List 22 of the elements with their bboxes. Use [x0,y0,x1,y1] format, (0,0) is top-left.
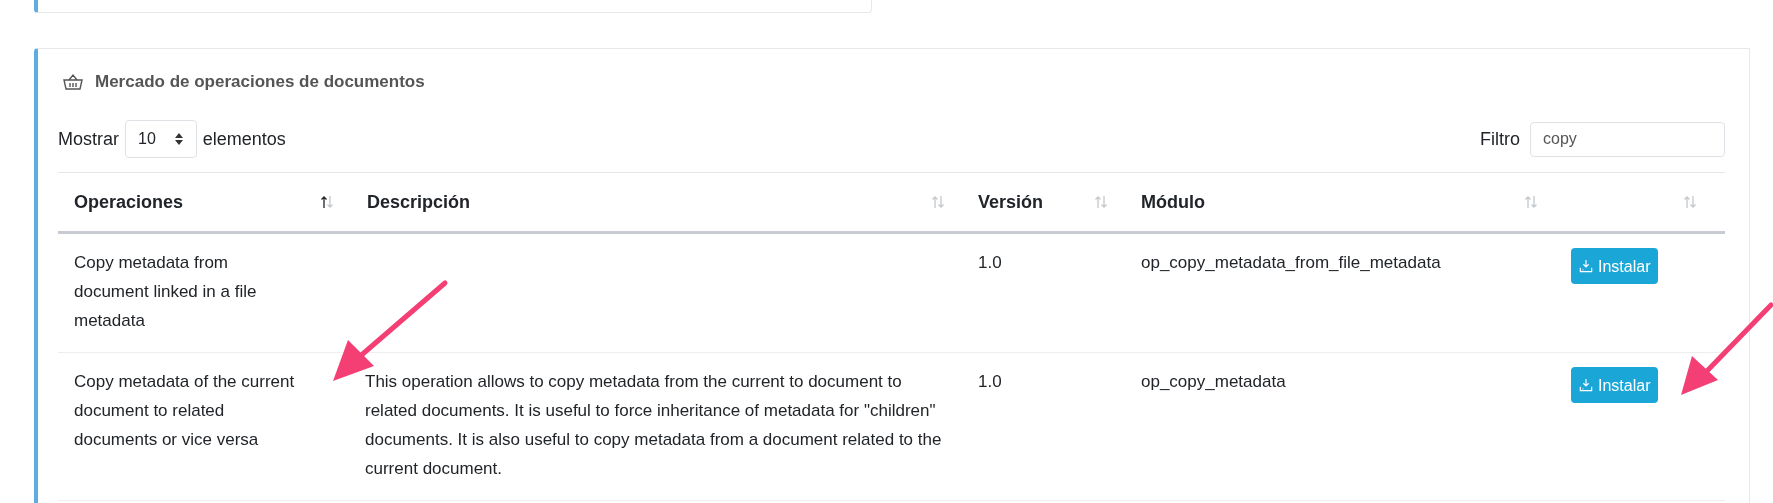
table-cell: op_copy_metadata_from_file_metadata [1141,253,1441,272]
filter-field[interactable]: copy [1530,121,1725,157]
table-cell: 1.0 [978,253,1002,272]
sort-icon[interactable] [319,194,335,210]
table-cell: op_copy_metadata [1141,372,1286,391]
panel-title: Mercado de operaciones de documentos [95,71,425,94]
table-cell: 1.0 [978,372,1002,391]
caret-icon [173,132,184,146]
column-header[interactable]: Operaciones [74,188,184,216]
table-cell: This operation allows to copy metadata from the current to document to related documents. It is useful to force inheritance of metadata for "children" documents. It is also useful to copy metadata from a document related to the current document. [365,372,942,478]
page-size-select[interactable]: 10 [125,120,197,158]
column-header[interactable]: Descripción [367,188,471,216]
filter-label: Filtro [1480,127,1520,151]
column-header[interactable]: Módulo [1141,188,1205,216]
table-cell: Copy metadata from document linked in a file metadata [74,253,257,330]
basket-icon [63,73,83,91]
table-cell: Copy metadata of the current document to related documents or vice versa [74,372,295,449]
download-icon [1579,259,1593,273]
show-label: Mostrar [58,127,119,151]
entries-label: elementos [202,127,286,151]
column-header[interactable]: Versión [978,188,1044,216]
download-icon [1579,378,1593,392]
